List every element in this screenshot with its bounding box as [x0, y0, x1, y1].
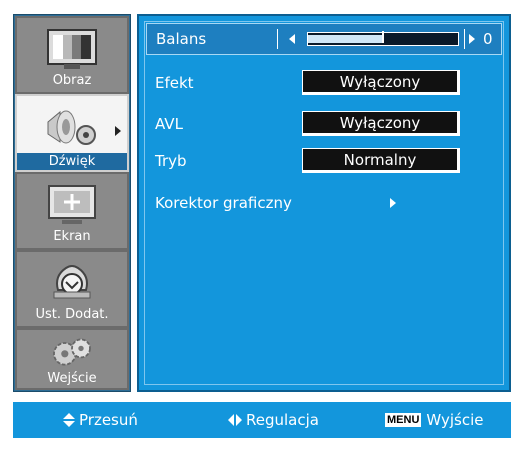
menu-key-badge: MENU — [385, 413, 422, 427]
gears-icon — [53, 338, 91, 366]
screen-icon — [48, 185, 96, 224]
mode-value[interactable]: Normalny — [302, 148, 460, 173]
sound-settings-panel: Balans 0 Efekt Wyłączony AVL Wyłączony T… — [137, 14, 511, 392]
speaker-icon — [47, 110, 96, 145]
exit-hint: MENU Wyjście — [385, 411, 483, 429]
balance-row[interactable]: Balans 0 — [146, 23, 502, 55]
category-label: Ekran — [53, 229, 91, 244]
exit-hint-text: Wyjście — [426, 411, 484, 429]
category-dzwiek[interactable]: Dźwięk — [15, 94, 129, 172]
separator — [464, 29, 465, 49]
mode-label: Tryb — [155, 152, 187, 170]
category-obraz[interactable]: Obraz — [15, 16, 129, 94]
increase-arrow-icon[interactable] — [469, 34, 475, 44]
adjust-hint-text: Regulacja — [246, 411, 319, 429]
separator — [277, 29, 278, 49]
effect-value[interactable]: Wyłączony — [302, 70, 460, 95]
category-ust-dodat[interactable]: Ust. Dodat. — [15, 250, 129, 328]
category-sidebar: Obraz Dźwięk Ekran Ust. Dodat. Wejście — [13, 14, 131, 392]
category-label: Wejście — [47, 371, 97, 386]
category-label: Obraz — [52, 73, 92, 88]
key-hint-bar: Przesuń Regulacja MENU Wyjście — [13, 402, 511, 438]
avl-label: AVL — [155, 115, 183, 133]
balance-label: Balans — [156, 30, 207, 48]
category-label: Dźwięk — [17, 153, 127, 170]
move-hint: Przesuń — [63, 411, 138, 429]
balance-slider-marker — [382, 31, 384, 43]
submenu-arrow-icon — [115, 126, 121, 136]
category-ekran[interactable]: Ekran — [15, 172, 129, 250]
effect-label: Efekt — [155, 74, 194, 92]
adjust-hint: Regulacja — [228, 411, 319, 429]
category-wejscie[interactable]: Wejście — [15, 328, 129, 390]
category-label: Ust. Dodat. — [35, 307, 109, 322]
avl-value[interactable]: Wyłączony — [302, 111, 460, 136]
extra-settings-icon — [53, 265, 91, 299]
tv-picture-icon — [47, 29, 97, 69]
decrease-arrow-icon[interactable] — [289, 34, 295, 44]
equalizer-item[interactable]: Korektor graficzny — [155, 194, 292, 212]
move-hint-text: Przesuń — [79, 411, 138, 429]
balance-value: 0 — [483, 30, 493, 48]
balance-slider[interactable] — [307, 31, 459, 46]
left-right-arrows-icon — [228, 414, 242, 426]
up-down-arrows-icon — [63, 413, 75, 427]
submenu-arrow-icon — [390, 198, 396, 208]
balance-slider-fill — [308, 35, 383, 43]
